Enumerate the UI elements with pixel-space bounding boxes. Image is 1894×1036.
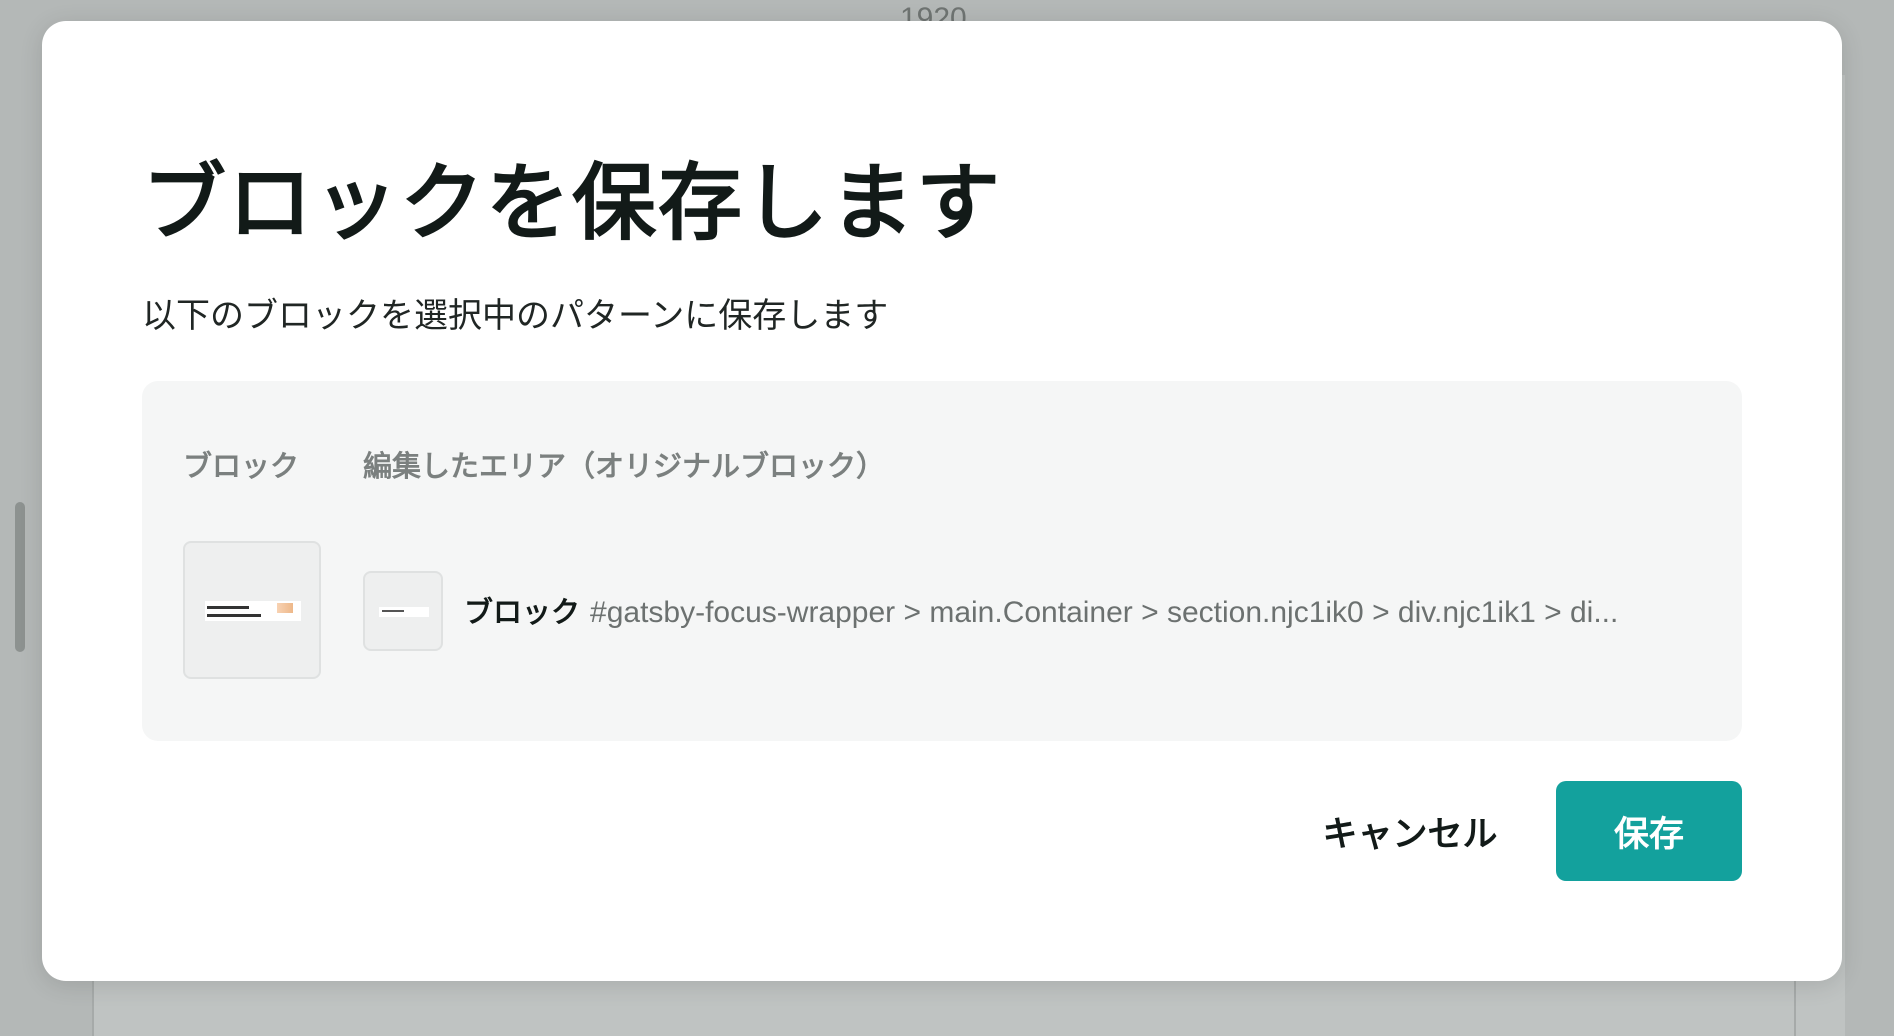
save-button[interactable]: 保存 bbox=[1556, 781, 1742, 881]
dialog-title: ブロックを保存します bbox=[142, 154, 1003, 252]
block-thumbnail bbox=[183, 541, 321, 679]
thumbnail-banner bbox=[379, 607, 429, 617]
dialog-description: 以下のブロックを選択中のパターンに保存します bbox=[142, 296, 889, 336]
background-scrollbar bbox=[15, 502, 25, 652]
edited-area-thumbnail bbox=[363, 571, 443, 651]
edited-area-row: ブロック #gatsby-focus-wrapper > main.Contain… bbox=[464, 589, 1704, 631]
block-selector-path: #gatsby-focus-wrapper > main.Container >… bbox=[590, 596, 1619, 629]
block-list-panel: ブロック 編集したエリア（オリジナルブロック） ブロック #gatsby-focu… bbox=[142, 381, 1742, 741]
thumbnail-text-line bbox=[207, 606, 249, 609]
background-canvas-bottom bbox=[92, 980, 1796, 1036]
block-row-label: ブロック bbox=[464, 595, 581, 629]
thumbnail-text-line bbox=[382, 610, 404, 612]
save-block-dialog: ブロックを保存します 以下のブロックを選択中のパターンに保存します ブロック 編… bbox=[42, 21, 1842, 981]
thumbnail-text-line bbox=[207, 614, 261, 617]
thumbnail-accent bbox=[277, 603, 293, 613]
column-header-block: ブロック bbox=[183, 449, 300, 483]
cancel-button[interactable]: キャンセル bbox=[1310, 781, 1510, 881]
column-header-edited-area: 編集したエリア（オリジナルブロック） bbox=[363, 449, 886, 483]
